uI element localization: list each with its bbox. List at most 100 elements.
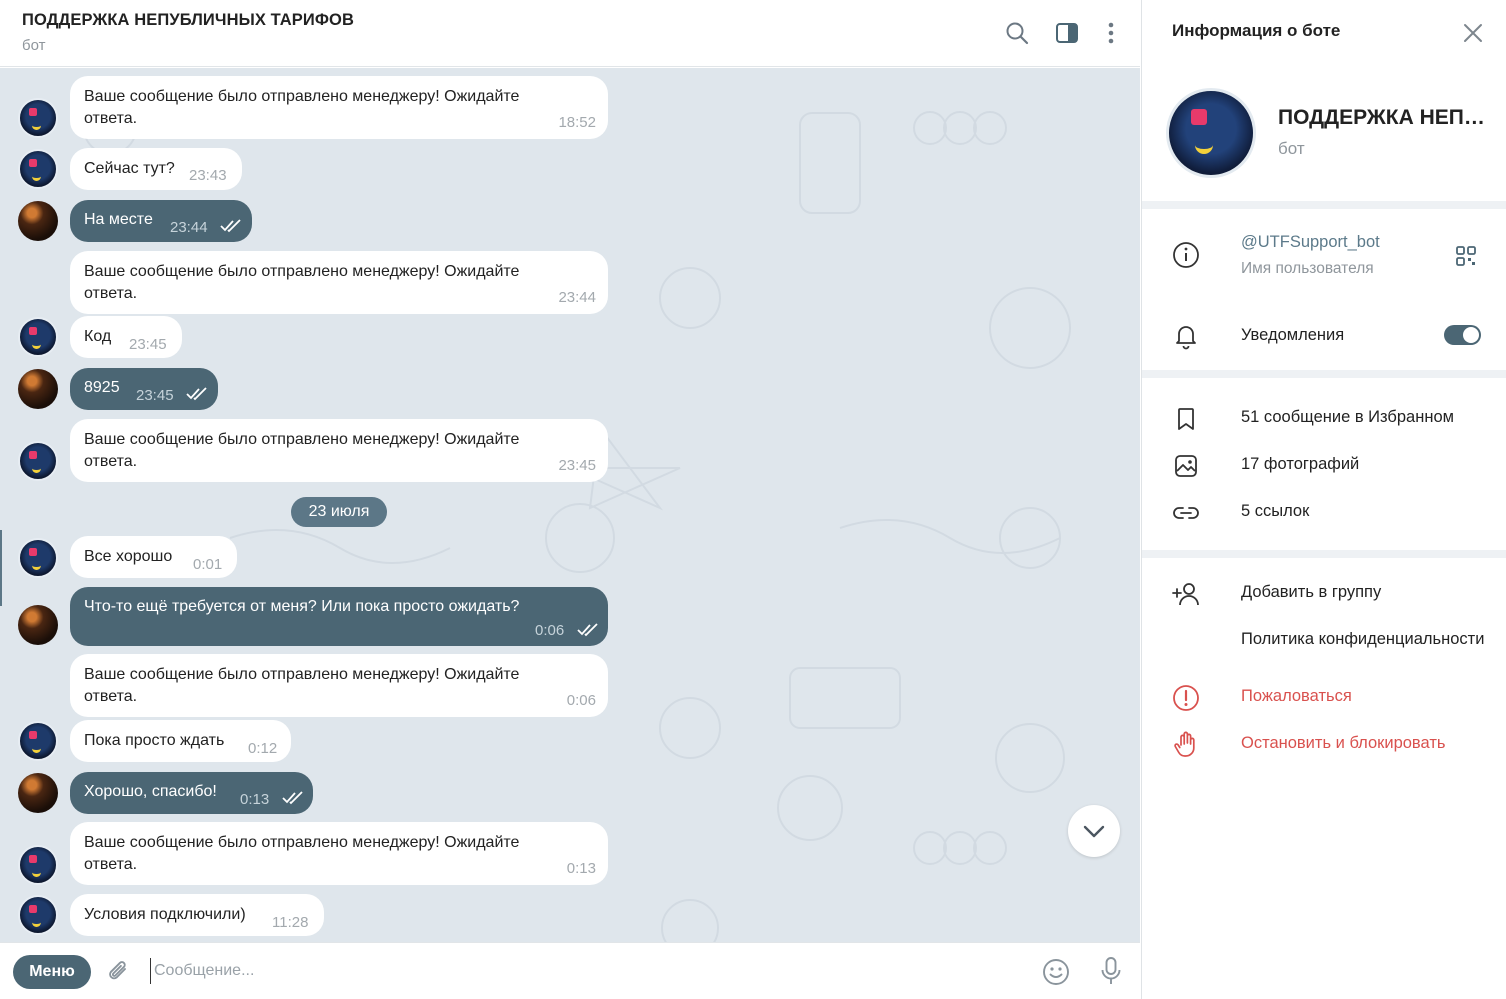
user-avatar[interactable] <box>18 605 58 645</box>
message-composer: Меню <box>0 942 1140 999</box>
hand-stop-icon <box>1174 731 1195 757</box>
message-time: 0:06 <box>566 692 596 709</box>
message-bubble[interactable]: Ваше сообщение было отправлено менеджеру… <box>70 76 608 139</box>
chat-header[interactable]: ПОДДЕРЖКА НЕПУБЛИЧНЫХ ТАРИФОВ бот <box>0 0 1140 67</box>
double-check-icon <box>220 219 241 233</box>
close-icon[interactable] <box>1460 20 1486 46</box>
photo-icon <box>1175 455 1197 477</box>
selection-edge <box>0 530 2 606</box>
chevron-down-icon <box>1083 825 1105 838</box>
section-divider <box>1142 550 1506 558</box>
section-divider <box>1142 201 1506 209</box>
bot-menu-button[interactable]: Меню <box>13 955 91 989</box>
sidebar-toggle-icon[interactable] <box>1054 20 1080 46</box>
message-list[interactable]: Ваше сообщение было отправлено менеджеру… <box>0 68 1140 942</box>
bot-avatar[interactable] <box>18 895 58 935</box>
message-time: 23:45 <box>558 457 596 474</box>
bot-avatar[interactable] <box>18 317 58 357</box>
photos-link[interactable]: 17 фотографий <box>1241 455 1359 474</box>
notifications-toggle[interactable] <box>1444 325 1481 345</box>
message-time: 0:06 <box>535 622 565 639</box>
message-time: 0:01 <box>193 556 223 573</box>
message-time: 23:43 <box>189 167 227 184</box>
message-bubble[interactable]: Ваше сообщение было отправлено менеджеру… <box>70 822 608 885</box>
bot-avatar[interactable] <box>18 149 58 189</box>
search-icon[interactable] <box>1004 20 1030 46</box>
bot-avatar[interactable] <box>18 721 58 761</box>
bot-info-panel: Информация о боте ПОДДЕРЖКА НЕПУБЛИЧНЫХ … <box>1141 0 1506 999</box>
qr-code-icon[interactable] <box>1455 245 1477 267</box>
message-text: Что-то ещё требуется от меня? Или пока п… <box>84 598 520 615</box>
message-text: Ваше сообщение было отправлено менеджеру… <box>84 263 520 302</box>
message-text: Сейчас тут? <box>84 160 175 177</box>
bot-profile-avatar[interactable] <box>1166 88 1256 178</box>
message-time: 23:45 <box>129 336 167 353</box>
panel-title: Информация о боте <box>1172 21 1341 40</box>
message-time: 23:44 <box>558 289 596 306</box>
message-bubble[interactable]: Что-то ещё требуется от меня? Или пока п… <box>70 587 608 646</box>
message-text: На месте <box>84 211 153 228</box>
message-text: Ваше сообщение было отправлено менеджеру… <box>84 666 520 705</box>
message-bubble[interactable]: Хорошо, спасибо! 0:13 <box>70 772 313 814</box>
message-input[interactable] <box>150 958 1020 984</box>
message-time: 23:45 <box>136 387 174 404</box>
more-vertical-icon[interactable] <box>1098 20 1124 46</box>
links-link[interactable]: 5 ссылок <box>1241 502 1309 521</box>
emoji-icon[interactable] <box>1042 958 1070 986</box>
message-text: Пока просто ждать <box>84 732 225 749</box>
section-divider <box>1142 370 1506 378</box>
message-bubble[interactable]: Ваше сообщение было отправлено менеджеру… <box>70 419 608 482</box>
bot-type-label: бот <box>1278 139 1305 158</box>
add-to-group-button[interactable]: Добавить в группу <box>1241 583 1381 602</box>
message-bubble[interactable]: Сейчас тут? 23:43 <box>70 148 242 190</box>
block-bot-button[interactable]: Остановить и блокировать <box>1241 734 1445 753</box>
bot-name: ПОДДЕРЖКА НЕПУБЛИЧНЫХ ТАРИФОВ <box>1278 106 1488 129</box>
add-user-icon <box>1172 583 1199 606</box>
info-icon <box>1173 242 1199 268</box>
message-bubble[interactable]: На месте 23:44 <box>70 200 252 242</box>
message-text: 8925 <box>84 379 120 396</box>
user-avatar[interactable] <box>18 201 58 241</box>
bell-icon <box>1176 326 1196 350</box>
report-button[interactable]: Пожаловаться <box>1241 687 1352 706</box>
date-separator: 23 июля <box>291 497 387 527</box>
user-avatar[interactable] <box>18 369 58 409</box>
microphone-icon[interactable] <box>1098 956 1124 986</box>
bot-avatar[interactable] <box>18 845 58 885</box>
message-text: Все хорошо <box>84 548 173 565</box>
message-time: 23:44 <box>170 219 208 236</box>
message-time: 0:12 <box>248 740 278 757</box>
bot-username[interactable]: @UTFSupport_bot <box>1241 233 1380 252</box>
message-time: 0:13 <box>240 791 270 808</box>
message-time: 18:52 <box>558 114 596 131</box>
message-bubble[interactable]: Код 23:45 <box>70 316 182 358</box>
saved-messages-link[interactable]: 51 сообщение в Избранном <box>1241 408 1454 427</box>
bot-avatar[interactable] <box>18 98 58 138</box>
report-icon <box>1173 685 1199 711</box>
message-bubble[interactable]: Пока просто ждать 0:12 <box>70 720 291 762</box>
double-check-icon <box>577 623 598 637</box>
scroll-to-bottom-button[interactable] <box>1068 805 1120 857</box>
chat-panel: ПОДДЕРЖКА НЕПУБЛИЧНЫХ ТАРИФОВ бот Ваше с… <box>0 0 1140 999</box>
paperclip-icon[interactable] <box>106 958 132 984</box>
user-avatar[interactable] <box>18 773 58 813</box>
privacy-policy-link[interactable]: Политика конфиденциальности <box>1241 630 1495 649</box>
message-text: Ваше сообщение было отправлено менеджеру… <box>84 431 520 470</box>
message-text: Код <box>84 328 112 345</box>
message-time: 11:28 <box>272 914 309 931</box>
bot-avatar[interactable] <box>18 538 58 578</box>
message-text: Хорошо, спасибо! <box>84 783 217 800</box>
message-bubble[interactable]: Условия подключили) 11:28 <box>70 894 324 936</box>
message-bubble[interactable]: Все хорошо 0:01 <box>70 536 237 578</box>
chat-subtitle: бот <box>22 37 46 54</box>
bookmark-icon <box>1178 408 1194 430</box>
message-bubble[interactable]: 8925 23:45 <box>70 368 218 410</box>
message-bubble[interactable]: Ваше сообщение было отправлено менеджеру… <box>70 251 608 314</box>
double-check-icon <box>282 791 303 805</box>
message-time: 0:13 <box>566 860 596 877</box>
message-text: Ваше сообщение было отправлено менеджеру… <box>84 88 520 127</box>
message-bubble[interactable]: Ваше сообщение было отправлено менеджеру… <box>70 654 608 717</box>
bot-avatar[interactable] <box>18 441 58 481</box>
link-icon <box>1173 507 1199 519</box>
chat-title[interactable]: ПОДДЕРЖКА НЕПУБЛИЧНЫХ ТАРИФОВ <box>22 11 354 30</box>
